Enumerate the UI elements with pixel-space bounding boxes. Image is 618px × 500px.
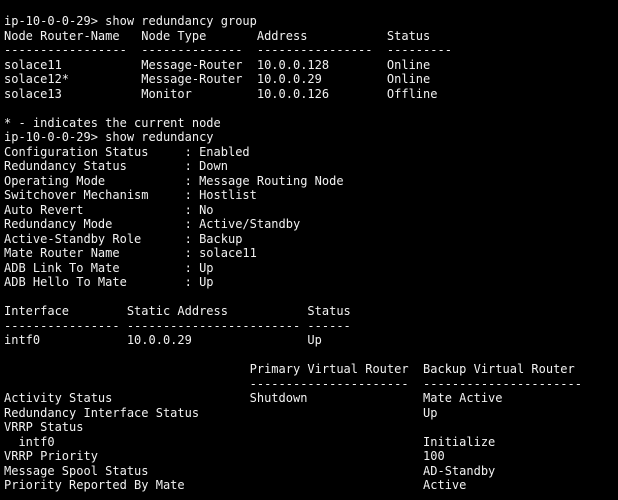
terminal-window[interactable]: ip-10-0-0-29> show redundancy group Node … xyxy=(0,0,618,500)
terminal-line: solace12* Message-Router 10.0.0.29 Onlin… xyxy=(4,72,431,86)
terminal-line: ADB Hello To Mate : Up xyxy=(4,275,214,289)
terminal-line: Interface Static Address Status xyxy=(4,304,351,318)
terminal-line: Mate Router Name : solace11 xyxy=(4,246,257,260)
terminal-line: Priority Reported By Mate Active xyxy=(4,478,467,492)
terminal-line: Switchover Mechanism : Hostlist xyxy=(4,188,257,202)
terminal-line: Activity Status Shutdown Mate Active xyxy=(4,391,503,405)
terminal-output: ip-10-0-0-29> show redundancy group Node … xyxy=(4,14,582,493)
terminal-line: ---------------- -----------------------… xyxy=(4,318,351,333)
terminal-line: ADB Link To Mate : Up xyxy=(4,260,214,275)
terminal-line: ---------------------- -----------------… xyxy=(4,376,582,391)
terminal-line: Node Router-Name Node Type Address Statu… xyxy=(4,28,431,43)
terminal-line: Message Spool Status AD-Standby xyxy=(4,463,496,478)
terminal-line: solace11 Message-Router 10.0.0.128 Onlin… xyxy=(4,57,431,72)
terminal-line: ----------------- -------------- -------… xyxy=(4,43,452,57)
terminal-line: Redundancy Mode : Active/Standby xyxy=(4,217,301,231)
terminal-line: ip-10-0-0-29> show redundancy xyxy=(4,130,214,144)
terminal-line: Auto Revert : No xyxy=(4,202,214,217)
terminal-line: ip-10-0-0-29> show redundancy group xyxy=(4,14,257,28)
terminal-line: VRRP Status xyxy=(4,420,84,434)
terminal-line: VRRP Priority 100 xyxy=(4,449,445,463)
terminal-line: * - indicates the current node xyxy=(4,115,221,130)
terminal-line: intf0 10.0.0.29 Up xyxy=(4,333,322,347)
terminal-line: Redundancy Interface Status Up xyxy=(4,405,438,420)
terminal-line: Active-Standby Role : Backup xyxy=(4,231,243,246)
terminal-line: intf0 Initialize xyxy=(4,434,496,449)
terminal-line: Operating Mode : Message Routing Node xyxy=(4,173,344,188)
terminal-line: solace13 Monitor 10.0.0.126 Offline xyxy=(4,86,438,101)
terminal-line: Configuration Status : Enabled xyxy=(4,144,250,159)
terminal-line: Redundancy Status : Down xyxy=(4,159,228,173)
terminal-line: Primary Virtual Router Backup Virtual Ro… xyxy=(4,362,575,376)
